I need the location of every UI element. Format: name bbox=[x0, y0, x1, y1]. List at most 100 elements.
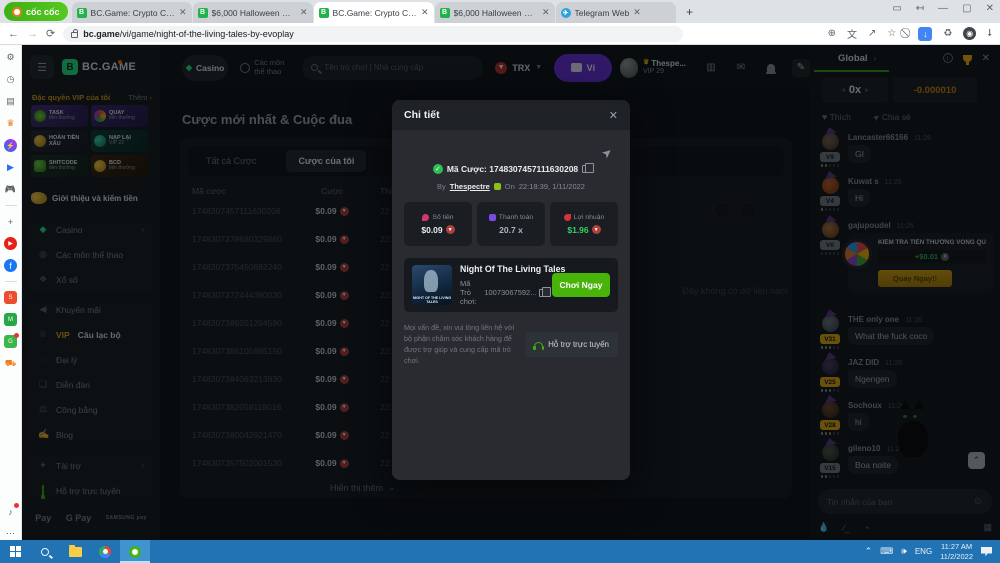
support-note-row: Mọi vấn đề, xin vui lòng liên hệ với bộ … bbox=[404, 322, 618, 367]
browser-tab-5[interactable]: ✈ Telegram Web ✕ bbox=[556, 2, 676, 23]
modal-title: Chi tiết bbox=[404, 109, 440, 121]
on-label: On bbox=[505, 182, 515, 191]
copy-icon[interactable] bbox=[582, 165, 589, 173]
stat-value: $0.09 bbox=[421, 225, 442, 235]
divider bbox=[5, 205, 17, 206]
stat-amount: Số tiền $0.09▼ bbox=[404, 202, 472, 246]
coccoc-taskbar-icon[interactable] bbox=[120, 540, 150, 563]
newsfeed-icon[interactable]: ▤ bbox=[4, 95, 17, 108]
restore-down-icon[interactable]: ↤ bbox=[916, 3, 924, 14]
browser-tab-3-active[interactable]: B BC.Game: Crypto Casino Gan ✕ bbox=[314, 2, 434, 23]
minimize-button[interactable]: — bbox=[938, 3, 948, 14]
save-page-icon[interactable]: ⊕ bbox=[828, 28, 836, 39]
modal-close-icon[interactable]: ✕ bbox=[609, 109, 618, 122]
back-icon[interactable]: ← bbox=[8, 28, 19, 40]
bet-id-label: Mã Cược: bbox=[447, 164, 487, 174]
divider bbox=[5, 281, 17, 282]
chrome-icon[interactable] bbox=[90, 540, 120, 563]
url-field[interactable]: bc.game/vi/game/night-of-the-living-tale… bbox=[63, 26, 683, 42]
coccoc-edge-strip: ⚙ ◷ ▤ ♛ ⚡ ▶ 🎮 + ▶ f S M G ⛟ ♪ ⋯ bbox=[0, 45, 22, 540]
rewards-crown-icon[interactable]: ♛ bbox=[4, 117, 17, 130]
tray-expand-icon[interactable]: ⌃ bbox=[865, 546, 873, 557]
cast-icon[interactable]: ▭ bbox=[892, 3, 901, 14]
share-icon[interactable]: ↗ bbox=[868, 28, 876, 39]
notifications-bell-icon[interactable]: ♪ bbox=[4, 505, 17, 518]
youtube-icon[interactable]: ▶ bbox=[4, 237, 17, 250]
clock-time: 11:27 AM bbox=[941, 542, 972, 551]
tab-close-icon[interactable]: ✕ bbox=[179, 7, 187, 18]
input-language[interactable]: ENG bbox=[915, 547, 932, 556]
network-icon[interactable]: ⌨ bbox=[880, 546, 893, 557]
taskbar-clock[interactable]: 11:27 AM 11/2/2022 bbox=[940, 542, 973, 562]
bet-id-value: 1748307457111630208 bbox=[489, 164, 578, 174]
more-options-icon[interactable]: ⋯ bbox=[4, 527, 17, 540]
browser-tabstrip: cốc cốc B BC.Game: Crypto Casino Gan ✕ B… bbox=[0, 0, 1000, 23]
payout-icon bbox=[489, 214, 496, 221]
file-explorer-icon[interactable] bbox=[60, 540, 90, 563]
live-support-button[interactable]: Hỗ trợ trực tuyến bbox=[525, 332, 618, 357]
coccoc-logo-label: cốc cốc bbox=[26, 7, 60, 17]
thumbnail-caption: NIGHT OF THE LIVING TALES bbox=[412, 296, 452, 304]
new-tab-button[interactable]: + bbox=[681, 3, 699, 21]
live-support-label: Hỗ trợ trực tuyến bbox=[548, 340, 609, 349]
settings-gear-icon[interactable]: ⚙ bbox=[4, 51, 17, 64]
clock-date: 11/2/2022 bbox=[940, 552, 973, 561]
browser-tab-1[interactable]: B BC.Game: Crypto Casino Gan ✕ bbox=[72, 2, 192, 23]
player-name-link[interactable]: Thespectre bbox=[450, 182, 490, 191]
shop-app-icon[interactable]: S bbox=[4, 291, 17, 304]
game-thumbnail[interactable]: NIGHT OF THE LIVING TALES bbox=[412, 265, 452, 305]
copy-icon[interactable] bbox=[539, 289, 544, 297]
coccoc-menu-button[interactable]: cốc cốc bbox=[4, 2, 68, 21]
bcgame-favicon: B bbox=[440, 8, 450, 18]
facebook-icon[interactable]: f bbox=[4, 259, 17, 272]
cart-app-icon[interactable]: ⛟ bbox=[4, 357, 17, 370]
browser-tab-4[interactable]: B $6,000 Halloween Slot Battle ✕ bbox=[435, 2, 555, 23]
tab-close-icon[interactable]: ✕ bbox=[633, 7, 641, 18]
tab-close-icon[interactable]: ✕ bbox=[421, 7, 429, 18]
volume-icon[interactable]: 🕪 bbox=[901, 546, 907, 557]
start-button[interactable] bbox=[0, 540, 30, 563]
sync-icon[interactable]: ♻ bbox=[943, 28, 952, 39]
tab-title: $6,000 Halloween Slot Battle bbox=[454, 8, 538, 18]
translate-icon[interactable]: 文 bbox=[847, 26, 857, 41]
bet-id-row: ✓ Mã Cược: 1748307457111630208 bbox=[392, 164, 630, 174]
tab-close-icon[interactable]: ✕ bbox=[300, 7, 308, 18]
stat-payout: Thanh toán 20.7 x bbox=[477, 202, 545, 246]
stat-value: 20.7 x bbox=[499, 225, 523, 235]
bookmark-star-icon[interactable]: ☆ bbox=[887, 28, 896, 39]
telegram-favicon: ✈ bbox=[561, 8, 571, 18]
messenger-icon[interactable]: ⚡ bbox=[4, 139, 17, 152]
downloads-tray-icon[interactable]: ⭣ bbox=[987, 28, 992, 39]
browser-addressbar: ← → ⟳ bc.game/vi/game/night-of-the-livin… bbox=[0, 23, 1000, 45]
forward-icon[interactable]: → bbox=[27, 28, 38, 40]
amount-icon bbox=[422, 214, 429, 221]
games-gamepad-icon[interactable]: 🎮 bbox=[4, 183, 17, 196]
download-active-icon[interactable]: ↓ bbox=[918, 27, 932, 41]
profile-avatar-icon[interactable]: ◉ bbox=[963, 27, 976, 40]
browser-tab-2[interactable]: B $6,000 Halloween Slot Battle ✕ bbox=[193, 2, 313, 23]
play-now-button[interactable]: Chơi Ngay bbox=[552, 273, 610, 297]
action-center-icon[interactable] bbox=[981, 547, 992, 557]
video-app-icon[interactable]: ▶ bbox=[4, 161, 17, 174]
support-note-text: Mọi vấn đề, xin vui lòng liên hệ với bộ … bbox=[404, 322, 517, 367]
url-text: bc.game/vi/game/night-of-the-living-tale… bbox=[83, 29, 294, 39]
system-tray: ⌃ ⌨ 🕪 ENG 11:27 AM 11/2/2022 bbox=[865, 542, 1000, 562]
bet-stats-row: Số tiền $0.09▼ Thanh toán 20.7 x Lợi nhu… bbox=[404, 202, 618, 246]
close-window-button[interactable]: ✕ bbox=[986, 3, 994, 14]
add-shortcut-icon[interactable]: + bbox=[4, 215, 17, 228]
bcgame-favicon: B bbox=[77, 8, 87, 18]
maximize-button[interactable]: ▢ bbox=[962, 3, 971, 14]
reload-icon[interactable]: ⟳ bbox=[46, 27, 55, 40]
modal-header: Chi tiết ✕ bbox=[392, 100, 630, 130]
game-id-label: Mã Trò chơi: bbox=[460, 279, 481, 306]
lock-icon bbox=[71, 32, 78, 38]
tab-close-icon[interactable]: ✕ bbox=[542, 7, 550, 18]
bet-datetime: 22:18:39, 1/11/2022 bbox=[519, 182, 585, 191]
history-icon[interactable]: ◷ bbox=[4, 73, 17, 86]
market-app-icon[interactable]: M bbox=[4, 313, 17, 326]
taskbar-search-icon[interactable] bbox=[30, 540, 60, 563]
trx-coin-icon: ▼ bbox=[446, 225, 455, 234]
deals-app-icon[interactable]: G bbox=[4, 335, 17, 348]
stat-value: $1.96 bbox=[567, 225, 588, 235]
share-arrow-icon[interactable]: ➤ bbox=[599, 144, 616, 161]
